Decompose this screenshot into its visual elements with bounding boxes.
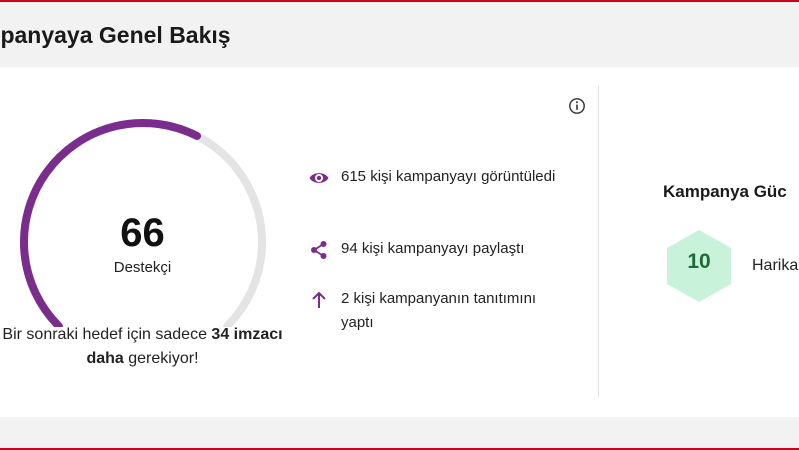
goal-prefix: Bir sonraki hedef için sadece xyxy=(2,326,212,343)
arrow-up-icon xyxy=(312,292,326,308)
campaign-strength-title: Kampanya Güc xyxy=(663,182,787,201)
supporter-gauge xyxy=(20,119,266,327)
share-icon xyxy=(311,241,327,259)
next-goal-message: Bir sonraki hedef için sadece 34 imzacı … xyxy=(0,323,285,371)
column-divider xyxy=(598,85,599,397)
eye-icon xyxy=(309,173,329,183)
supporter-count: 66 xyxy=(120,211,165,255)
strength-rating-label: Harika xyxy=(752,257,799,274)
stat-shares: 94 kişi kampanyayı paylaştı xyxy=(308,237,556,261)
stat-views-text: 615 kişi kampanyayı görüntüledi xyxy=(341,168,556,185)
page-header: mpanyaya Genel Bakış xyxy=(0,2,799,66)
stat-promotions: 2 kişi kampanyanın tanıtımını yaptı xyxy=(308,287,556,335)
info-icon[interactable] xyxy=(568,97,586,115)
stat-shares-text: 94 kişi kampanyayı paylaştı xyxy=(341,240,525,257)
goal-suffix: gerekiyor! xyxy=(123,350,199,367)
stat-views: 615 kişi kampanyayı görüntüledi xyxy=(308,165,556,189)
strength-score: 10 xyxy=(687,250,711,273)
supporter-label: Destekçi xyxy=(113,259,172,276)
page-title: mpanyaya Genel Bakış xyxy=(0,22,231,48)
stat-promotions-text: 2 kişi kampanyanın tanıtımını yaptı xyxy=(341,290,537,331)
campaign-overview-card: 66 Destekçi Bir sonraki hedef için sadec… xyxy=(0,67,799,417)
